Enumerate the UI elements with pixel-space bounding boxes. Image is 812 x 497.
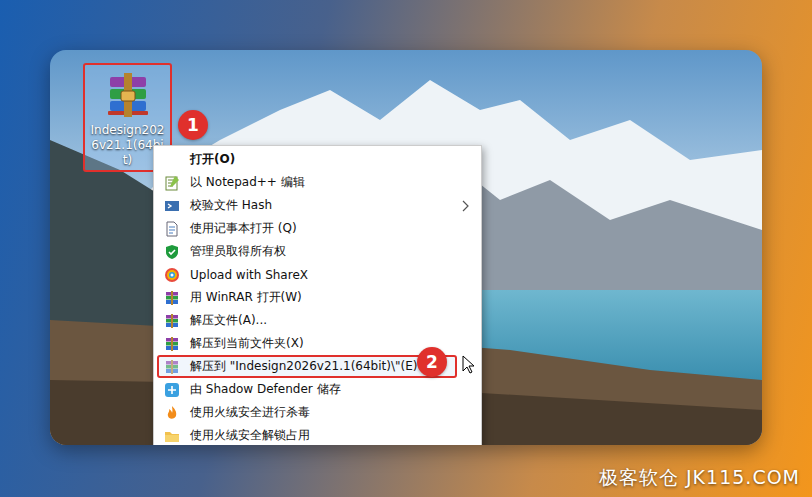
step-marker: 1 [178,110,208,140]
context-menu-item[interactable]: Upload with ShareX [154,263,481,286]
defender-icon [164,382,180,398]
winrar-icon [164,290,180,306]
context-menu-item[interactable]: 由 Shadow Defender 储存 [154,378,481,401]
context-menu-label: Upload with ShareX [190,268,308,282]
context-menu-item[interactable]: 校验文件 Hash [154,194,481,217]
mouse-cursor-icon [462,355,474,374]
context-menu-item[interactable]: 打开(O) [154,148,481,171]
context-menu-item[interactable]: 解压文件(A)... [154,309,481,332]
context-menu-label: 用 WinRAR 打开(W) [190,289,302,306]
context-menu-label: 打开(O) [190,151,235,168]
context-menu-label: 解压到当前文件夹(X) [190,335,304,352]
context-menu-label: 使用火绒安全解锁占用 [190,427,310,444]
context-menu-item[interactable]: 管理员取得所有权 [154,240,481,263]
hash-icon [164,198,180,214]
huorong-icon [164,405,180,421]
winrar-archive-icon [104,71,152,119]
textfile-icon [164,221,180,237]
context-menu-item[interactable]: 使用火绒安全进行杀毒 [154,401,481,424]
winrar-icon [164,313,180,329]
shield-icon [164,244,180,260]
context-menu-label: 校验文件 Hash [190,197,272,214]
sharex-icon [164,267,180,283]
winrar-icon [164,336,180,352]
context-menu-item[interactable]: 使用记事本打开 (Q) [154,217,481,240]
submenu-arrow-icon [461,200,469,212]
page-background: Indesign2026v21.1(64bit) 1 打开(O) 以 Notep… [0,0,812,497]
context-menu-label: 解压到 "Indesign2026v21.1(64bit)\"(E) [190,358,417,375]
context-menu-item[interactable]: 以 Notepad++ 编辑 [154,171,481,194]
context-menu: 打开(O) 以 Notepad++ 编辑 校验文件 Hash 使用记事本打开 (… [153,145,482,445]
context-menu-label: 使用记事本打开 (Q) [190,220,297,237]
folder-icon [164,428,180,444]
context-menu-label: 管理员取得所有权 [190,243,286,260]
notepad-icon [164,175,180,191]
desktop-window: Indesign2026v21.1(64bit) 1 打开(O) 以 Notep… [50,50,762,445]
context-menu-label: 使用火绒安全进行杀毒 [190,404,310,421]
context-menu-label: 以 Notepad++ 编辑 [190,174,305,191]
context-menu-label: 解压文件(A)... [190,312,267,329]
watermark: 极客软仓 JK115.COM [599,465,800,491]
context-menu-item[interactable]: 使用火绒安全解锁占用 [154,424,481,445]
step-marker: 2 [417,347,447,377]
context-menu-label: 由 Shadow Defender 储存 [190,381,341,398]
context-menu-item[interactable]: 用 WinRAR 打开(W) [154,286,481,309]
